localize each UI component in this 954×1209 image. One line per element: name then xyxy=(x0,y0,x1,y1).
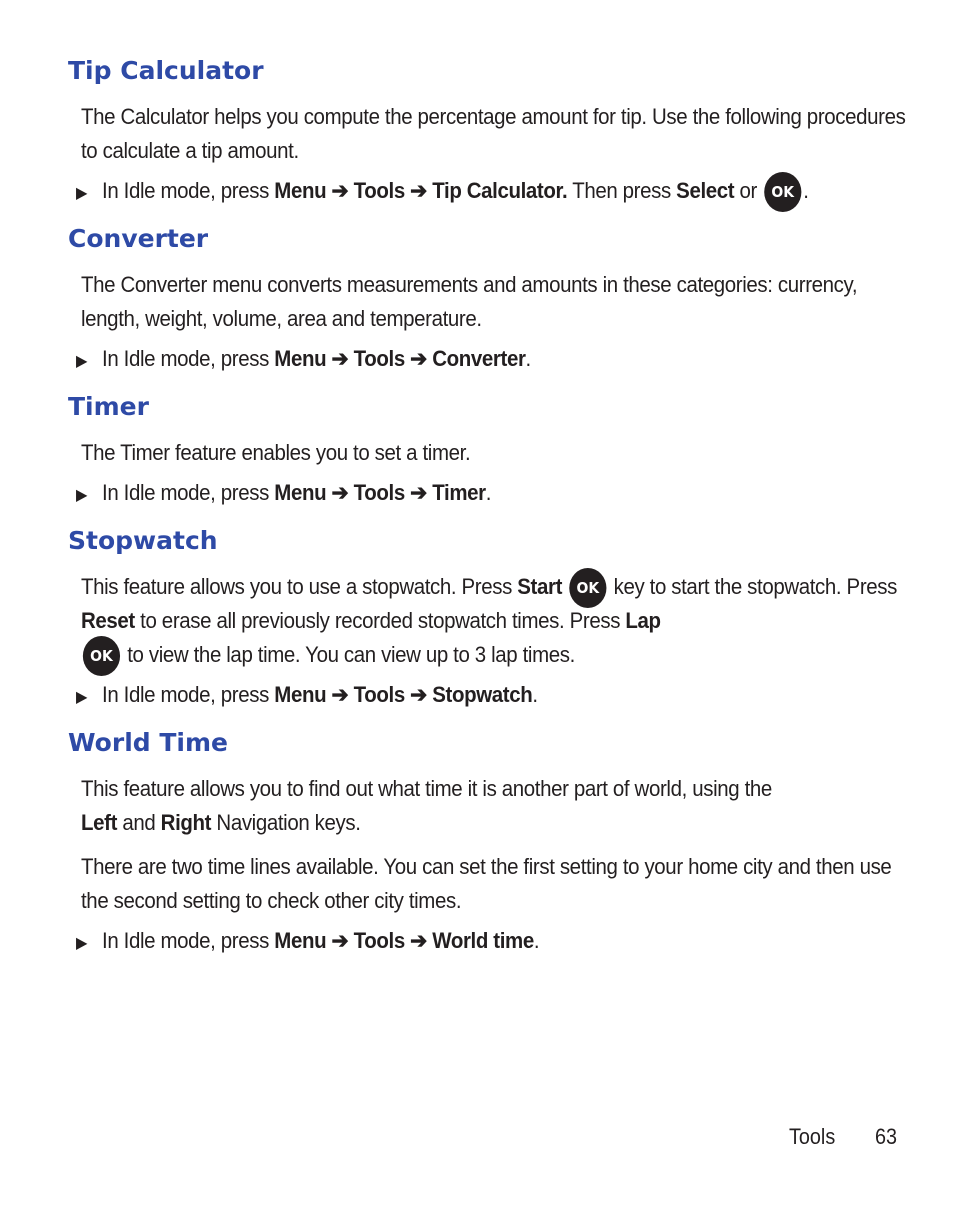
stopwatch-step: ▶ In Idle mode, press Menu ➔ Tools ➔ Stop… xyxy=(76,678,538,715)
bullet-icon: ▶ xyxy=(76,487,88,504)
arrow-icon: ➔ xyxy=(331,928,349,953)
bullet-icon: ▶ xyxy=(76,185,88,202)
arrow-icon: ➔ xyxy=(331,346,349,371)
bullet-icon: ▶ xyxy=(76,935,88,952)
stopwatch-description: This feature allows you to use a stopwat… xyxy=(81,568,909,677)
page-number: 63 xyxy=(875,1124,898,1149)
arrow-icon: ➔ xyxy=(410,346,427,371)
heading-tip-calculator: Tip Calculator xyxy=(68,56,264,85)
world-time-step: ▶ In Idle mode, press Menu ➔ Tools ➔ Worl… xyxy=(76,924,540,961)
heading-timer: Timer xyxy=(68,392,149,421)
tip-calculator-description: The Calculator helps you compute the per… xyxy=(81,104,906,163)
world-time-description: This feature allows you to find out what… xyxy=(81,776,772,835)
timer-step: ▶ In Idle mode, press Menu ➔ Tools ➔ Time… xyxy=(76,476,491,513)
arrow-icon: ➔ xyxy=(410,178,427,203)
ok-key-icon: OK xyxy=(569,568,607,609)
arrow-icon: ➔ xyxy=(331,480,349,505)
arrow-icon: ➔ xyxy=(331,178,349,203)
bullet-icon: ▶ xyxy=(76,689,88,706)
arrow-icon: ➔ xyxy=(410,480,427,505)
arrow-icon: ➔ xyxy=(410,682,427,707)
heading-world-time: World Time xyxy=(68,728,228,757)
bullet-icon: ▶ xyxy=(76,353,88,370)
converter-description: The Converter menu converts measurements… xyxy=(81,272,858,331)
ok-key-icon: OK xyxy=(82,636,121,677)
converter-step: ▶ In Idle mode, press Menu ➔ Tools ➔ Conv… xyxy=(76,342,531,379)
heading-converter: Converter xyxy=(68,224,209,253)
arrow-icon: ➔ xyxy=(410,928,427,953)
tip-calculator-step: ▶ In Idle mode, press Menu ➔ Tools ➔ Tip … xyxy=(76,172,809,213)
heading-stopwatch: Stopwatch xyxy=(68,526,218,555)
ok-key-icon: OK xyxy=(764,172,802,213)
timer-description: The Timer feature enables you to set a t… xyxy=(81,440,471,465)
footer-section-name: Tools xyxy=(789,1124,836,1149)
arrow-icon: ➔ xyxy=(331,682,349,707)
world-time-description-2: There are two time lines available. You … xyxy=(81,854,892,913)
